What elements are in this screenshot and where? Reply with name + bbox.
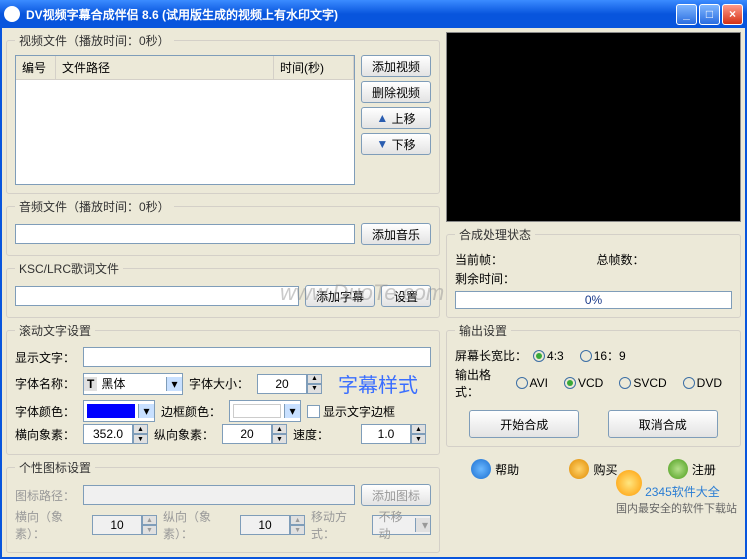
show-border-checkbox[interactable]: 显示文字边框: [307, 403, 395, 420]
icon-path-input: [83, 485, 355, 505]
format-vcd-radio[interactable]: VCD: [564, 376, 603, 390]
move-down-button[interactable]: ▼ 下移: [361, 133, 431, 155]
icon-path-label: 图标路径：: [15, 487, 77, 504]
move-up-button[interactable]: ▲ 上移: [361, 107, 431, 129]
font-color-combo[interactable]: ▾: [83, 400, 155, 422]
star-icon: [616, 470, 642, 496]
icon-v-label: 纵向（象素）：: [163, 508, 234, 542]
add-video-button[interactable]: 添加视频: [361, 55, 431, 77]
hpixel-spinner[interactable]: ▲▼: [83, 424, 148, 444]
subtitle-preview: 字幕样式: [338, 369, 418, 398]
icon-v-spinner: ▲▼: [240, 515, 305, 535]
titlebar: DV视频字幕合成伴侣 8.6 (试用版生成的视频上有水印文字) _ □ ×: [0, 0, 747, 28]
cancel-compose-button[interactable]: 取消合成: [608, 410, 718, 438]
col-num: 编号: [16, 56, 56, 79]
scrolling-legend: 滚动文字设置: [15, 322, 95, 339]
icon-legend: 个性图标设置: [15, 459, 95, 476]
truetype-icon: T: [84, 377, 97, 391]
font-name-combo[interactable]: T 黑体 ▾: [83, 373, 183, 395]
lyric-path-input[interactable]: [15, 286, 299, 306]
status-group: 合成处理状态 当前帧： 总帧数： 剩余时间： 0%: [446, 226, 741, 318]
speed-label: 速度：: [293, 426, 355, 443]
lyric-files-group: KSC/LRC歌词文件 添加字幕 设置: [6, 260, 440, 318]
speed-spinner[interactable]: ▲▼: [361, 424, 426, 444]
output-legend: 输出设置: [455, 322, 511, 339]
font-name-label: 字体名称：: [15, 375, 77, 392]
site-logo: 2345软件大全 国内最安全的软件下载站: [616, 470, 737, 516]
move-mode-combo: 不移动 ▾: [372, 515, 431, 535]
icon-settings-group: 个性图标设置 图标路径： 添加图标 横向（象素）： ▲▼ 纵向（象素）： ▲▼ …: [6, 459, 440, 553]
audio-files-group: 音频文件（播放时间：0秒） 添加音乐: [6, 198, 440, 256]
border-color-combo[interactable]: ▾: [229, 400, 301, 422]
status-legend: 合成处理状态: [455, 226, 535, 243]
vpixel-label: 纵向象素：: [154, 426, 216, 443]
chevron-down-icon: ▾: [166, 377, 182, 391]
maximize-button[interactable]: □: [699, 4, 720, 25]
aspect-label: 屏幕长宽比：: [455, 347, 527, 364]
add-icon-button: 添加图标: [361, 484, 431, 506]
aspect-16-9-radio[interactable]: 16：9: [580, 347, 626, 364]
scrolling-text-group: 滚动文字设置 显示文字： 字体名称： T 黑体 ▾ 字体大小： ▲▼ 字幕样式: [6, 322, 440, 455]
font-size-label: 字体大小：: [189, 375, 251, 392]
add-subtitle-button[interactable]: 添加字幕: [305, 285, 375, 307]
help-link[interactable]: 帮助: [471, 459, 519, 479]
help-icon: [471, 459, 491, 479]
display-text-label: 显示文字：: [15, 349, 77, 366]
icon-h-label: 横向（象素）：: [15, 508, 86, 542]
current-frame-label: 当前帧：: [455, 251, 503, 268]
font-size-spinner[interactable]: ▲▼: [257, 374, 322, 394]
format-label: 输出格式：: [455, 366, 510, 400]
col-path: 文件路径: [56, 56, 274, 79]
format-svcd-radio[interactable]: SVCD: [619, 376, 666, 390]
close-button[interactable]: ×: [722, 4, 743, 25]
output-group: 输出设置 屏幕长宽比： 4:3 16：9 输出格式： AVI VCD SVCD …: [446, 322, 741, 447]
remove-video-button[interactable]: 删除视频: [361, 81, 431, 103]
vpixel-spinner[interactable]: ▲▼: [222, 424, 287, 444]
col-time: 时间(秒): [274, 56, 354, 79]
aspect-4-3-radio[interactable]: 4:3: [533, 349, 564, 363]
buy-icon: [569, 459, 589, 479]
video-preview: [446, 32, 741, 222]
window-title: DV视频字幕合成伴侣 8.6 (试用版生成的视频上有水印文字): [26, 6, 676, 23]
audio-legend: 音频文件（播放时间：0秒）: [15, 198, 174, 215]
remain-time-label: 剩余时间：: [455, 270, 515, 287]
audio-path-input[interactable]: [15, 224, 355, 244]
border-color-label: 边框颜色：: [161, 403, 223, 420]
lyric-legend: KSC/LRC歌词文件: [15, 260, 123, 277]
format-dvd-radio[interactable]: DVD: [683, 376, 722, 390]
move-mode-label: 移动方式：: [311, 508, 366, 542]
total-frames-label: 总帧数：: [597, 251, 645, 268]
video-file-list[interactable]: 编号 文件路径 时间(秒): [15, 55, 355, 185]
display-text-input[interactable]: [83, 347, 431, 367]
app-icon: [4, 6, 20, 22]
minimize-button[interactable]: _: [676, 4, 697, 25]
hpixel-label: 横向象素：: [15, 426, 77, 443]
font-color-label: 字体颜色：: [15, 403, 77, 420]
progress-bar: 0%: [455, 291, 732, 309]
video-legend: 视频文件（播放时间：0秒）: [15, 32, 174, 49]
video-files-group: 视频文件（播放时间：0秒） 编号 文件路径 时间(秒) 添加视频 删除视频 ▲ …: [6, 32, 440, 194]
icon-h-spinner: ▲▼: [92, 515, 157, 535]
add-music-button[interactable]: 添加音乐: [361, 223, 431, 245]
subtitle-settings-button[interactable]: 设置: [381, 285, 431, 307]
buy-link[interactable]: 购买: [569, 459, 617, 479]
format-avi-radio[interactable]: AVI: [516, 376, 548, 390]
start-compose-button[interactable]: 开始合成: [469, 410, 579, 438]
